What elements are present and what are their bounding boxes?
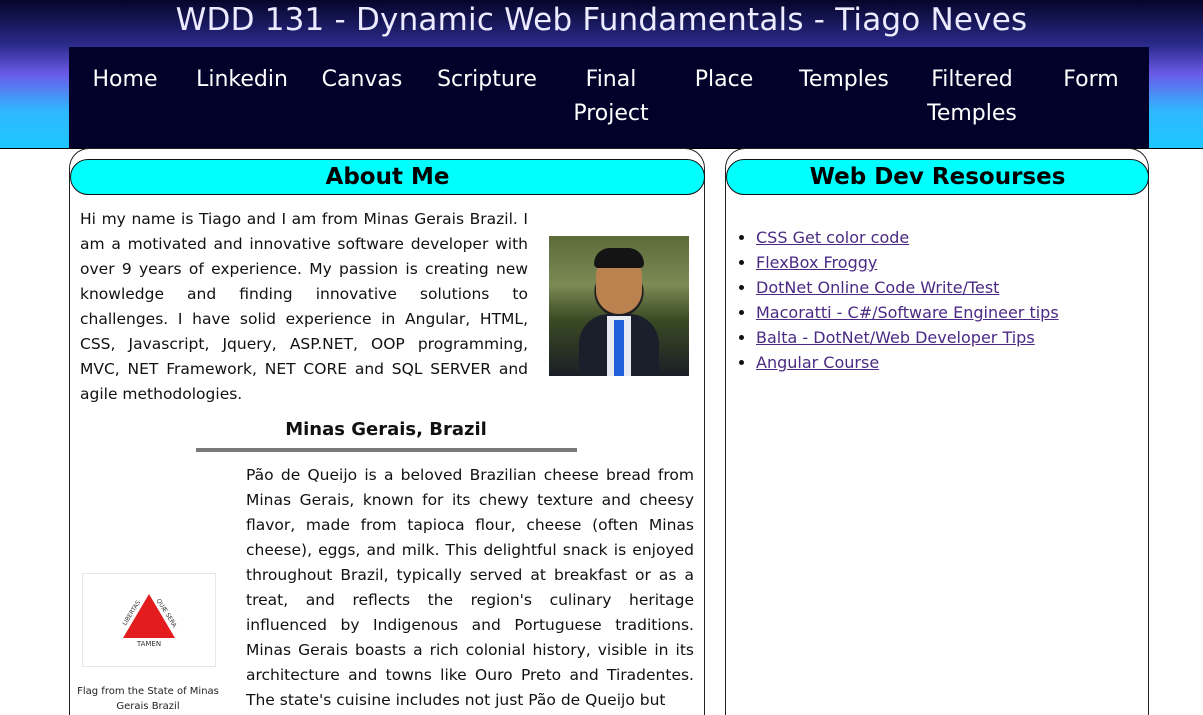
site-header: WDD 131 - Dynamic Web Fundamentals - Tia…	[0, 0, 1203, 149]
link-css-color[interactable]: CSS Get color code	[756, 228, 909, 247]
link-dotnet-online[interactable]: DotNet Online Code Write/Test	[756, 278, 999, 297]
divider	[196, 448, 577, 452]
main-nav: Home Linkedin Canvas Scripture Final Pro…	[69, 47, 1149, 148]
list-item: Macoratti - C#/Software Engineer tips	[756, 300, 1059, 325]
nav-place[interactable]: Place	[688, 63, 760, 97]
list-item: CSS Get color code	[756, 225, 1059, 250]
minas-gerais-flag-image: TAMEN LIBERTAS QUÆ SERA	[82, 573, 216, 667]
resource-links: CSS Get color code FlexBox Froggy DotNet…	[736, 225, 1059, 375]
profile-photo	[549, 236, 689, 376]
state-description: Pão de Queijo is a beloved Brazilian che…	[246, 466, 694, 709]
nav-linkedin[interactable]: Linkedin	[195, 63, 289, 97]
site-title: WDD 131 - Dynamic Web Fundamentals - Tia…	[175, 2, 1028, 38]
resources-heading: Web Dev Resourses	[726, 159, 1149, 195]
svg-text:TAMEN: TAMEN	[136, 640, 161, 648]
nav-scripture[interactable]: Scripture	[435, 63, 539, 97]
link-balta[interactable]: Balta - DotNet/Web Developer Tips	[756, 328, 1035, 347]
list-item: DotNet Online Code Write/Test	[756, 275, 1059, 300]
nav-home[interactable]: Home	[91, 63, 159, 97]
list-item: FlexBox Froggy	[756, 250, 1059, 275]
resources-panel: Web Dev Resourses CSS Get color code Fle…	[725, 148, 1149, 715]
list-item: Angular Course	[756, 350, 1059, 375]
flag-triangle-icon: TAMEN LIBERTAS QUÆ SERA	[121, 594, 178, 648]
nav-temples[interactable]: Temples	[791, 63, 897, 97]
about-heading: About Me	[70, 159, 705, 195]
link-angular-course[interactable]: Angular Course	[756, 353, 879, 372]
flag-caption: Flag from the State of Minas Gerais Braz…	[77, 686, 219, 712]
nav-filtered-temples[interactable]: Filtered Temples	[920, 63, 1024, 131]
nav-final-project[interactable]: Final Project	[566, 63, 656, 131]
state-heading: Minas Gerais, Brazil	[285, 419, 487, 440]
link-macoratti[interactable]: Macoratti - C#/Software Engineer tips	[756, 303, 1059, 322]
about-bio: Hi my name is Tiago and I am from Minas …	[80, 210, 528, 403]
link-flexbox-froggy[interactable]: FlexBox Froggy	[756, 253, 877, 272]
nav-canvas[interactable]: Canvas	[317, 63, 407, 97]
nav-form[interactable]: Form	[1056, 63, 1126, 97]
about-panel: About Me Hi my name is Tiago and I am fr…	[69, 148, 705, 715]
list-item: Balta - DotNet/Web Developer Tips	[756, 325, 1059, 350]
